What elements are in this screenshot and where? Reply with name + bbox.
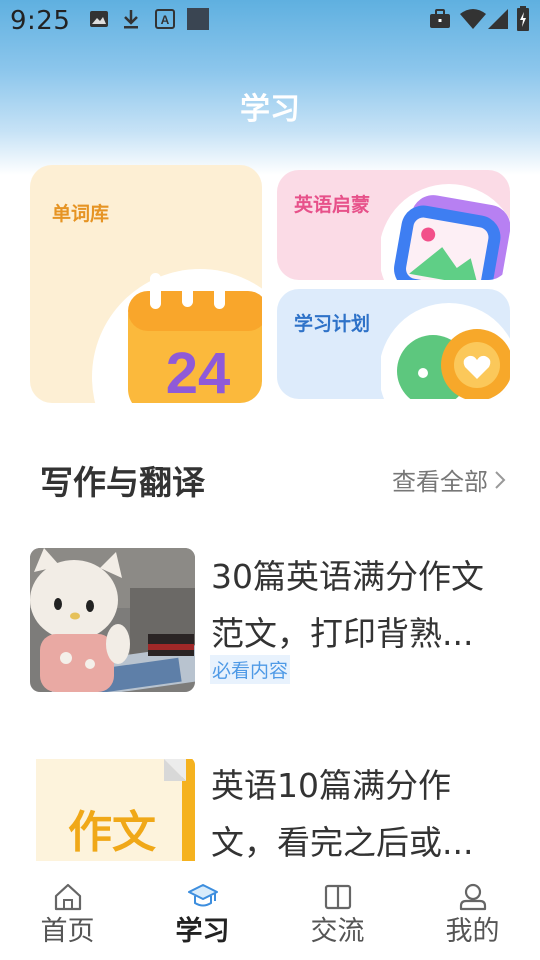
bottom-nav: 首页 学习 交流 我的 [0,861,540,960]
article-thumbnail: 作文 [30,757,195,867]
vocab-card[interactable]: 单词库 24 [30,165,262,403]
hello-kitty-photo [30,548,195,692]
study-plan-card[interactable]: 学习计划 [277,289,510,399]
plan-heart-icon [381,303,510,399]
nav-label: 我的 [445,916,500,947]
nav-item-community[interactable]: 交流 [270,861,405,960]
thumbnail-text: 作文 [68,807,156,858]
nav-label: 交流 [310,916,365,947]
home-icon [54,883,81,911]
status-bar: 9:25 A [0,0,540,44]
nav-item-profile[interactable]: 我的 [405,861,540,960]
article-tag: 必看内容 [210,655,291,684]
calendar-icon: 24 [92,269,262,403]
article-title-line: 30篇英语满分作文 [211,557,484,596]
download-notification-icon [124,10,138,29]
nav-label: 学习 [175,916,230,947]
app-screen: 9:25 A 学习 单词库 24 英语启蒙 学习计划 写作与翻译 查看全部 30… [0,0,540,960]
nav-item-study[interactable]: 学习 [135,861,270,960]
picture-icon [381,184,510,280]
svg-text:A: A [161,13,170,27]
user-icon [459,883,486,911]
battery-icon [517,6,529,31]
essay-document-image: 作文 [30,757,195,867]
book-icon [324,884,351,910]
gallery-notification-icon [90,11,108,27]
article-title-line: 英语10篇满分作 [211,766,451,805]
study-plan-card-label: 学习计划 [294,313,371,335]
article-thumbnail [30,548,195,692]
nav-label: 首页 [40,916,95,947]
briefcase-icon [430,9,450,28]
article-list-item[interactable]: 30篇英语满分作文 范文，打印背熟... 必看内容 [30,548,510,693]
square-notification-icon [187,8,209,30]
view-all-link[interactable]: 查看全部 [392,462,506,497]
article-title: 30篇英语满分作文 范文，打印背熟... [211,548,511,662]
enlightenment-card-label: 英语启蒙 [294,194,371,216]
nav-item-home[interactable]: 首页 [0,861,135,960]
section-title: 写作与翻译 [40,463,205,502]
article-list-item[interactable]: 作文 英语10篇满分作 文，看完之后或... [30,757,510,867]
signal-icon [488,9,508,29]
article-title: 英语10篇满分作 文，看完之后或... [211,757,511,871]
calendar-number: 24 [166,341,231,403]
enlightenment-card[interactable]: 英语启蒙 [277,170,510,280]
article-title-line: 范文，打印背熟... [211,614,474,653]
status-time: 9:25 [10,6,71,36]
page-title: 学习 [240,92,300,127]
chevron-right-icon [495,470,506,489]
view-all-label: 查看全部 [392,468,488,496]
graduation-cap-icon [187,884,218,907]
text-notification-icon: A [155,9,175,29]
wifi-icon [460,9,486,29]
vocab-card-label: 单词库 [52,203,110,225]
